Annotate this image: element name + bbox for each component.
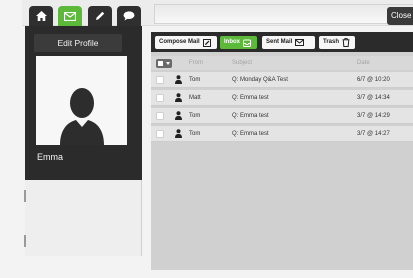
row-date: 3/7 @ 14:34 xyxy=(357,95,390,101)
home-icon xyxy=(35,11,47,21)
row-date: 3/7 @ 14:27 xyxy=(357,131,390,137)
row-checkbox[interactable] xyxy=(156,76,164,84)
sidebar-lower-panel xyxy=(25,180,142,256)
mail-row[interactable]: Tom Q: Emma test 3/7 @ 14:27 xyxy=(151,126,413,142)
mail-row[interactable]: Matt Q: Emma test 3/7 @ 14:34 xyxy=(151,90,413,106)
select-all-checkbox[interactable] xyxy=(158,61,163,66)
tab-sent-mail[interactable]: Sent Mail xyxy=(262,36,315,49)
mail-tab-bar: Compose Mail Inbox Sent Mail Trash xyxy=(151,32,413,52)
chat-icon xyxy=(123,11,135,21)
nav-home-button[interactable] xyxy=(29,6,53,26)
row-from: Tom xyxy=(189,77,201,83)
column-header-from[interactable]: From xyxy=(189,60,203,66)
username-label: Emma xyxy=(37,152,64,162)
tab-inbox-label: Inbox xyxy=(224,39,240,45)
row-checkbox[interactable] xyxy=(156,94,164,102)
mail-row[interactable]: Tom Q: Emma test 3/7 @ 14:29 xyxy=(151,108,413,124)
mail-row[interactable]: Tom Q: Monday Q&A Test 6/7 @ 10:20 xyxy=(151,72,413,88)
row-from: Tom xyxy=(189,113,201,119)
pencil-icon xyxy=(96,11,105,20)
row-subject: Q: Emma test xyxy=(232,113,269,119)
row-checkbox[interactable] xyxy=(156,112,164,120)
compose-icon xyxy=(202,38,211,47)
row-checkbox[interactable] xyxy=(156,130,164,138)
inbox-icon xyxy=(243,39,251,47)
user-icon xyxy=(175,93,182,102)
row-date: 3/7 @ 14:29 xyxy=(357,113,390,119)
tab-inbox[interactable]: Inbox xyxy=(220,36,257,49)
trash-icon xyxy=(342,38,350,47)
scroll-marker xyxy=(24,190,26,202)
nav-edit-button[interactable] xyxy=(88,6,112,26)
row-from: Tom xyxy=(189,131,201,137)
nav-chat-button[interactable] xyxy=(117,6,141,26)
close-button[interactable]: Close xyxy=(387,7,413,25)
user-icon xyxy=(175,111,182,120)
mail-panel: Compose Mail Inbox Sent Mail Trash From xyxy=(151,32,413,270)
user-silhouette-icon xyxy=(59,88,104,145)
row-subject: Q: Monday Q&A Test xyxy=(232,77,288,83)
column-header-subject[interactable]: Subject xyxy=(232,60,252,66)
envelope-icon xyxy=(295,39,305,46)
chevron-down-icon xyxy=(166,62,170,65)
nav-mail-button[interactable] xyxy=(58,6,82,26)
mail-icon xyxy=(64,11,76,21)
edit-profile-button[interactable]: Edit Profile xyxy=(34,34,122,52)
row-from: Matt xyxy=(189,95,201,101)
row-subject: Q: Emma test xyxy=(232,95,269,101)
top-bar-inner xyxy=(154,4,413,24)
tab-trash-label: Trash xyxy=(323,39,340,45)
app-window: Close Edit Profile Emma Compose Mail Inb… xyxy=(0,0,413,278)
avatar xyxy=(36,56,127,145)
mail-list-header: From Subject Date xyxy=(151,56,413,70)
tab-compose-mail[interactable]: Compose Mail xyxy=(155,36,217,49)
tab-compose-label: Compose Mail xyxy=(159,39,200,45)
user-icon xyxy=(175,129,182,138)
row-date: 6/7 @ 10:20 xyxy=(357,77,390,83)
row-subject: Q: Emma test xyxy=(232,131,269,137)
user-icon xyxy=(175,75,182,84)
tab-trash[interactable]: Trash xyxy=(319,36,355,49)
tab-sent-label: Sent Mail xyxy=(266,39,293,45)
scroll-marker xyxy=(24,235,26,247)
column-header-date[interactable]: Date xyxy=(357,60,370,66)
select-all-dropdown[interactable] xyxy=(156,59,172,68)
